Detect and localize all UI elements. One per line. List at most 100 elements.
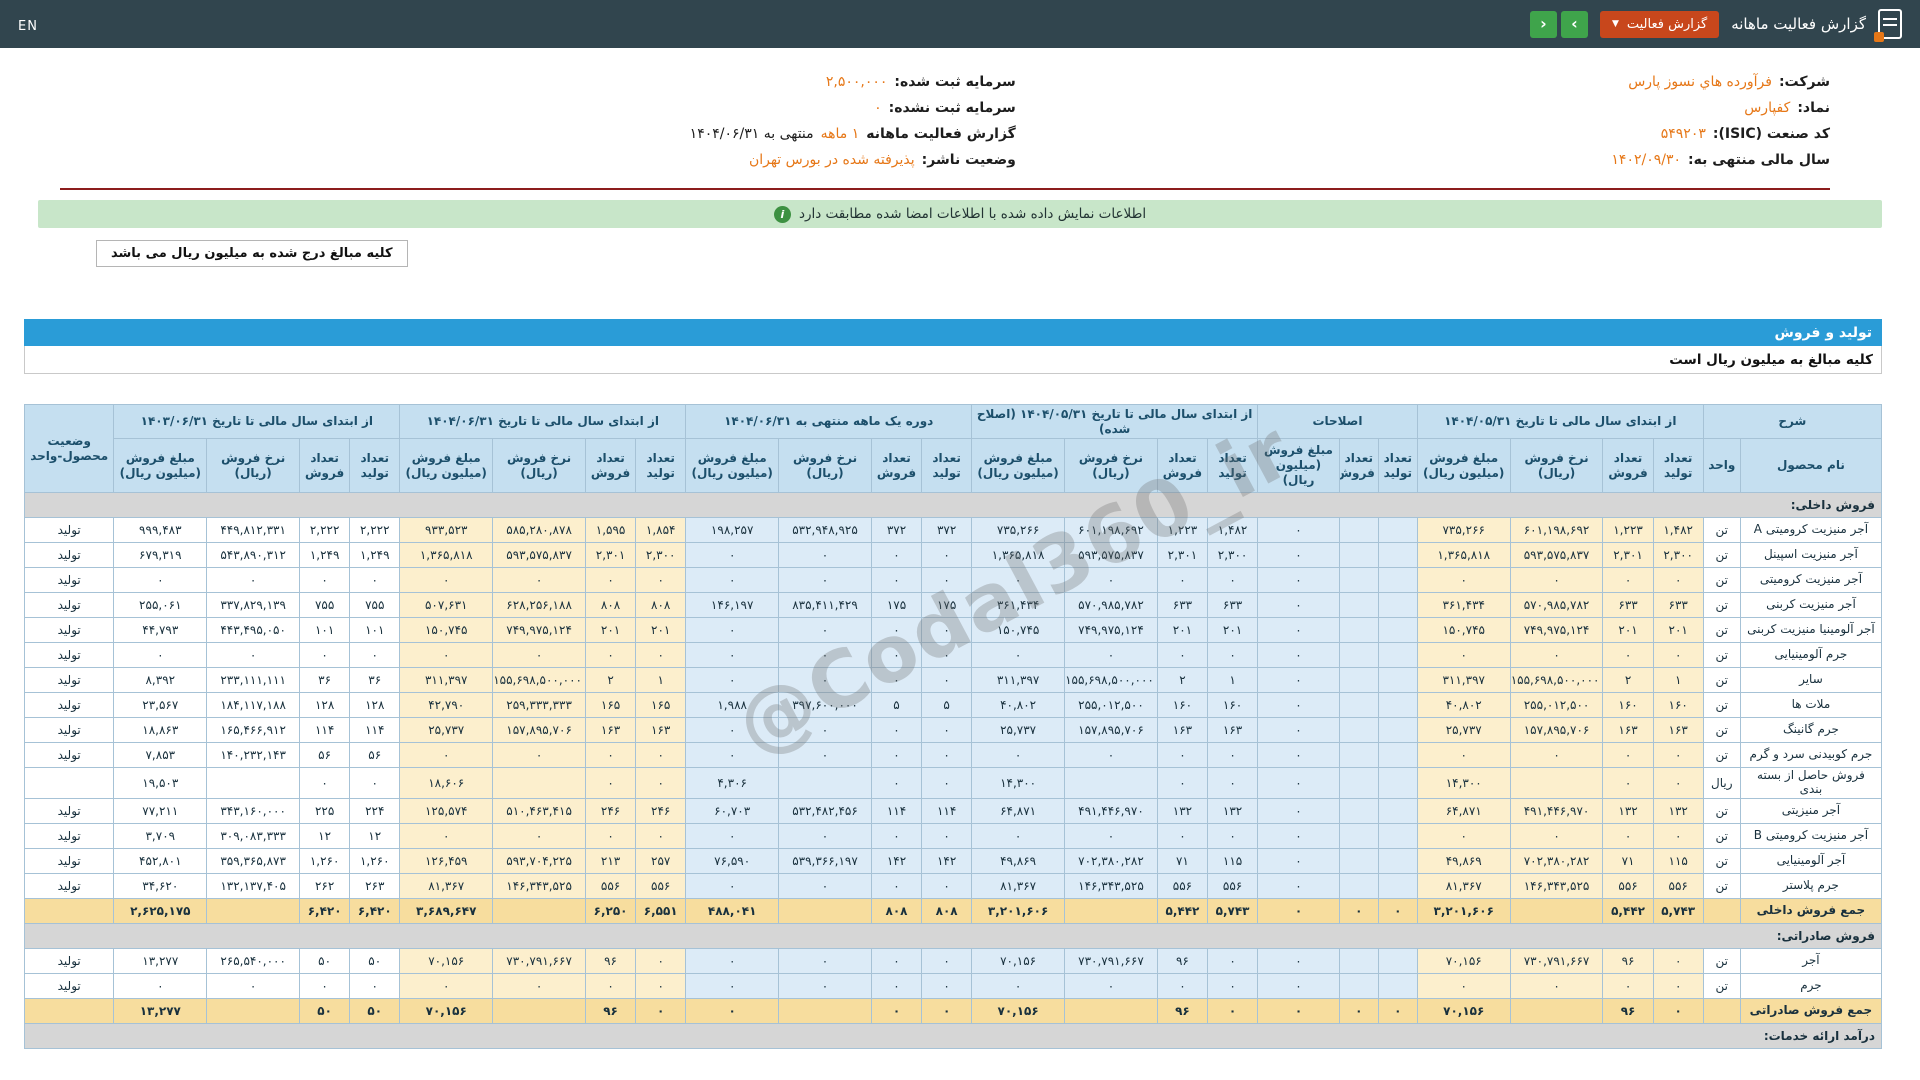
- cell-value: ۰: [1064, 567, 1158, 593]
- cell-value: ۶۴,۸۷۱: [1416, 797, 1511, 824]
- column-subheader: تعداد تولید: [1206, 438, 1259, 493]
- cell-value: ۱۷۵: [870, 592, 923, 618]
- cell-value: ۰: [685, 567, 780, 593]
- info-row-symbol: نماد: کفپارس: [1016, 100, 1830, 126]
- cell-value: ۱۰۱: [349, 617, 401, 643]
- cell-value: ۷۵۵: [349, 592, 401, 618]
- cell-value: ۰: [870, 717, 923, 743]
- cell-value: [778, 897, 872, 924]
- cell-value: ۹۶: [1156, 947, 1209, 974]
- column-subheader: تعداد فروش: [299, 438, 351, 493]
- cell-value: ۱۶۰: [1206, 692, 1259, 718]
- cell-status: تولید: [23, 517, 115, 543]
- cell-value: ۰: [921, 972, 973, 999]
- cell-value: ۰: [685, 947, 780, 974]
- cell-value: ۰: [1257, 517, 1340, 543]
- cell-value: ۰: [921, 742, 973, 768]
- report-nav-group: › ‹: [1529, 10, 1588, 38]
- cell-value: ۰: [399, 567, 494, 593]
- cell-product-name: ملات ها: [1739, 692, 1883, 718]
- cell-value: ۲۰۱: [1206, 617, 1259, 643]
- cell-value: ۰: [1156, 972, 1209, 999]
- report-icon-badge: [1874, 32, 1884, 42]
- cell-value: ۵۰: [349, 997, 401, 1024]
- cell-status: تولید: [23, 797, 115, 824]
- cell-value: ۰: [1257, 642, 1340, 668]
- cell-value: ۰: [1338, 897, 1379, 924]
- next-report-button[interactable]: ›: [1560, 10, 1588, 38]
- cell-value: ۲۵۵,۰۱۲,۵۰۰: [1509, 692, 1604, 718]
- language-toggle[interactable]: EN: [18, 19, 38, 34]
- cell-value: ۱۶۳: [1652, 717, 1704, 743]
- info-icon: i: [773, 205, 791, 223]
- previous-report-button[interactable]: ‹: [1529, 10, 1557, 38]
- section-label: فروش صادراتی:: [24, 922, 1882, 949]
- cell-value: ۰: [971, 822, 1066, 849]
- table-row: آجر تن ۰ ۹۶ ۷۳۰,۷۹۱,۶۶۷ ۷۰,۱۵۶ ۰ ۰ ۹۶ ۷۳۰,۷۹۱,۶۶۷…: [23, 947, 1883, 974]
- column-subheader: مبلغ فروش (میلیون ریال): [685, 438, 780, 493]
- cell-value: ۷۱: [1156, 847, 1209, 874]
- cell-value: ۰: [1257, 972, 1340, 999]
- column-subheader: تعداد تولید: [1652, 438, 1704, 493]
- cell-value: ۰: [778, 567, 872, 593]
- cell-value: ۲۰۱: [1156, 617, 1209, 643]
- cell-value: ۰: [299, 972, 351, 999]
- cell-value: [1338, 542, 1379, 568]
- symbol-value[interactable]: کفپارس: [1744, 100, 1790, 116]
- cell-value: [1377, 692, 1418, 718]
- cell-value: ۰: [870, 947, 923, 974]
- cell-value: ۱۲: [349, 822, 401, 849]
- cell-value: ۰: [921, 667, 973, 693]
- cell-value: ۹۶: [1156, 997, 1209, 1024]
- report-type-dropdown[interactable]: گزارش فعالیت ▼: [1599, 10, 1720, 38]
- report-icon-line: [1883, 18, 1897, 20]
- cell-value: ۵۳۹,۳۶۶,۱۹۷: [778, 847, 872, 874]
- cell-value: ۰: [1509, 822, 1604, 849]
- cell-value: ۱۰۱: [299, 617, 351, 643]
- column-subheader: نرخ فروش (ریال): [492, 438, 586, 493]
- cell-value: ۱۵۰,۷۴۵: [971, 617, 1066, 643]
- cell-value: ۶۰,۷۰۳: [685, 797, 780, 824]
- cell-value: ۰: [1602, 972, 1654, 999]
- cell-value: ۰: [1206, 947, 1259, 974]
- cell-value: ۱۱۴: [349, 717, 401, 743]
- cell-value: ۴۰,۸۰۲: [971, 692, 1066, 718]
- cell-value: ۰: [1257, 897, 1340, 924]
- cell-value: ۰: [971, 642, 1066, 668]
- cell-value: ۱۸,۸۶۳: [113, 717, 208, 743]
- table-row: جرم کوبیدنی سرد و گرم تن ۰ ۰ ۰ ۰ ۰ ۰ ۰ ۰ ۰ ۰ ۰ ۰ ۰ ۰ ۰ ۰ ۰…: [23, 742, 1883, 768]
- cell-value: ۶۳۳: [1602, 592, 1654, 618]
- cell-value: ۰: [870, 767, 923, 799]
- cell-status: تولید: [23, 692, 115, 718]
- report-icon-line: [1883, 24, 1897, 26]
- cell-value: ۱۳۲: [1156, 797, 1209, 824]
- cell-value: ۰: [921, 617, 973, 643]
- cell-value: ۰: [584, 642, 637, 668]
- cell-value: ۰: [1206, 822, 1259, 849]
- cell-value: ۰: [870, 617, 923, 643]
- cell-value: ۱,۳۶۵,۸۱۸: [399, 542, 494, 568]
- cell-value: [1377, 542, 1418, 568]
- cell-product-name: آجر منیزیت کرومیتی A: [1739, 517, 1883, 543]
- isic-value: ۵۴۹۲۰۳: [1660, 126, 1706, 142]
- column-subheader: مبلغ فروش (میلیون ریال): [971, 438, 1066, 493]
- cell-value: ۰: [1652, 822, 1704, 849]
- cell-product-name: جرم آلومینیایی: [1739, 642, 1883, 668]
- cell-value: ۰: [492, 567, 586, 593]
- cell-unit: تن: [1702, 617, 1741, 643]
- cell-product-name: آجر: [1739, 947, 1883, 974]
- cell-value: ۳۶۱,۴۳۴: [971, 592, 1066, 618]
- company-value[interactable]: فرآورده هاي نسوز پارس: [1628, 74, 1772, 90]
- cell-value: ۴۹۱,۴۴۶,۹۷۰: [1509, 797, 1604, 824]
- cell-value: ۳۰۹,۰۸۳,۳۳۳: [206, 822, 301, 849]
- cell-value: ۰: [1257, 872, 1340, 899]
- cell-value: ۱۴۰,۲۳۲,۱۴۳: [206, 742, 301, 768]
- cell-value: ۱۴۲: [921, 847, 973, 874]
- cell-value: ۶,۴۲۰: [299, 897, 351, 924]
- cell-value: ۰: [349, 642, 401, 668]
- cell-value: ۷۰۲,۳۸۰,۲۸۲: [1509, 847, 1604, 874]
- cell-value: ۱۳۲,۱۳۷,۴۰۵: [206, 872, 301, 899]
- cell-value: ۶۳۳: [1206, 592, 1259, 618]
- cell-value: [1377, 642, 1418, 668]
- cell-unit: تن: [1702, 797, 1741, 824]
